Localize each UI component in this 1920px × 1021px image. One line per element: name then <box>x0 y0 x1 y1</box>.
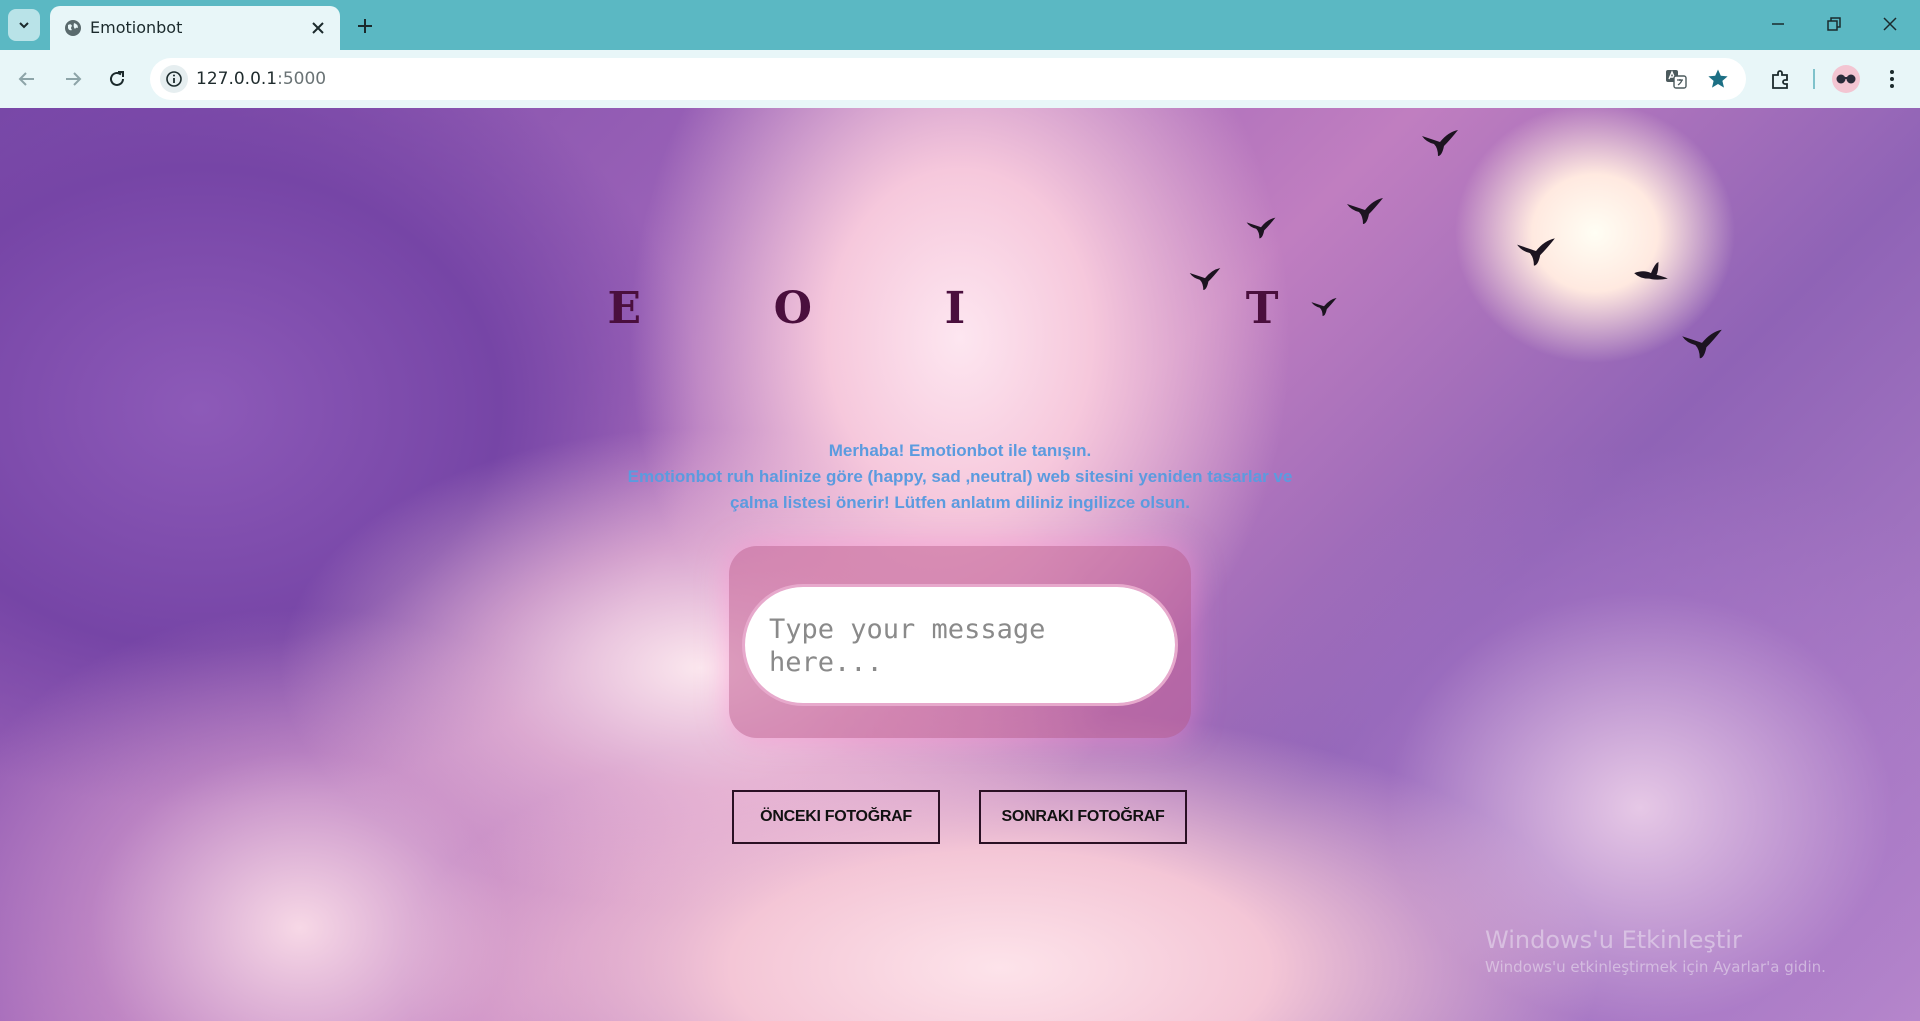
windows-activation-watermark: Windows'u Etkinleştir Windows'u etkinleş… <box>1485 926 1826 976</box>
url-text: 127.0.0.1:5000 <box>196 69 326 89</box>
intro-line: Merhaba! Emotionbot ile tanışın. <box>828 441 1092 460</box>
extensions-button[interactable] <box>1767 65 1795 93</box>
page-title: E O I T <box>607 283 1313 334</box>
forward-button[interactable] <box>57 63 89 95</box>
translate-button[interactable] <box>1664 67 1688 91</box>
bird-image <box>1347 198 1383 224</box>
profile-avatar-button[interactable] <box>1832 65 1860 93</box>
close-window-button[interactable] <box>1870 8 1910 40</box>
page-viewport: E O I T Merhaba! Emotionbot ile tanışın.… <box>0 108 1920 1021</box>
new-tab-button[interactable] <box>352 13 378 39</box>
restore-icon <box>1827 17 1841 31</box>
intro-text: Merhaba! Emotionbot ile tanışın. Emotion… <box>560 438 1360 516</box>
close-icon <box>1883 17 1897 31</box>
restore-button[interactable] <box>1814 8 1854 40</box>
star-icon <box>1708 69 1728 88</box>
info-icon <box>166 71 182 87</box>
back-button[interactable] <box>11 63 43 95</box>
minimize-icon <box>1772 23 1784 25</box>
watermark-title: Windows'u Etkinleştir <box>1485 926 1742 954</box>
toolbar-divider <box>1813 69 1815 89</box>
bird-image <box>1517 238 1555 266</box>
reload-icon <box>110 71 124 86</box>
site-info-button[interactable] <box>160 65 188 93</box>
globe-icon <box>65 20 81 36</box>
watermark-subtitle: Windows'u etkinleştirmek için Ayarlar'a … <box>1485 958 1826 976</box>
translate-icon <box>1666 70 1687 89</box>
bookmark-button[interactable] <box>1706 67 1730 91</box>
intro-line: çalma listesi önerir! Lütfen anlatım dil… <box>729 493 1191 512</box>
bird-image <box>1246 217 1276 239</box>
avatar-glasses-icon <box>1836 74 1856 84</box>
next-photo-button[interactable]: SONRAKI FOTOĞRAF <box>979 790 1187 844</box>
minimize-button[interactable] <box>1758 8 1798 40</box>
previous-photo-button[interactable]: ÖNCEKI FOTOĞRAF <box>732 790 940 844</box>
browser-tab-strip: Emotionbot <box>0 0 1920 50</box>
tab-emotionbot[interactable]: Emotionbot <box>50 6 340 50</box>
tab-title: Emotionbot <box>90 18 183 37</box>
arrow-right-icon <box>66 72 82 86</box>
tab-search-button[interactable] <box>8 9 40 41</box>
tab-close-button[interactable] <box>308 18 328 38</box>
url-host: 127.0.0.1 <box>196 69 278 89</box>
kebab-menu-icon <box>1890 70 1894 88</box>
chat-input-container <box>729 546 1191 738</box>
chevron-down-icon <box>19 22 29 29</box>
intro-line: Emotionbot ruh halinize göre (happy, sad… <box>627 467 1293 486</box>
puzzle-icon <box>1772 70 1788 89</box>
browser-toolbar: 127.0.0.1:5000 <box>0 50 1920 108</box>
browser-menu-button[interactable] <box>1878 65 1906 93</box>
address-bar[interactable]: 127.0.0.1:5000 <box>150 58 1746 100</box>
plus-icon <box>358 19 372 33</box>
bird-image <box>1422 130 1458 156</box>
message-input[interactable] <box>742 584 1178 706</box>
arrow-left-icon <box>18 72 34 86</box>
url-port: :5000 <box>277 69 327 89</box>
close-icon <box>312 22 324 34</box>
reload-button[interactable] <box>101 63 133 95</box>
